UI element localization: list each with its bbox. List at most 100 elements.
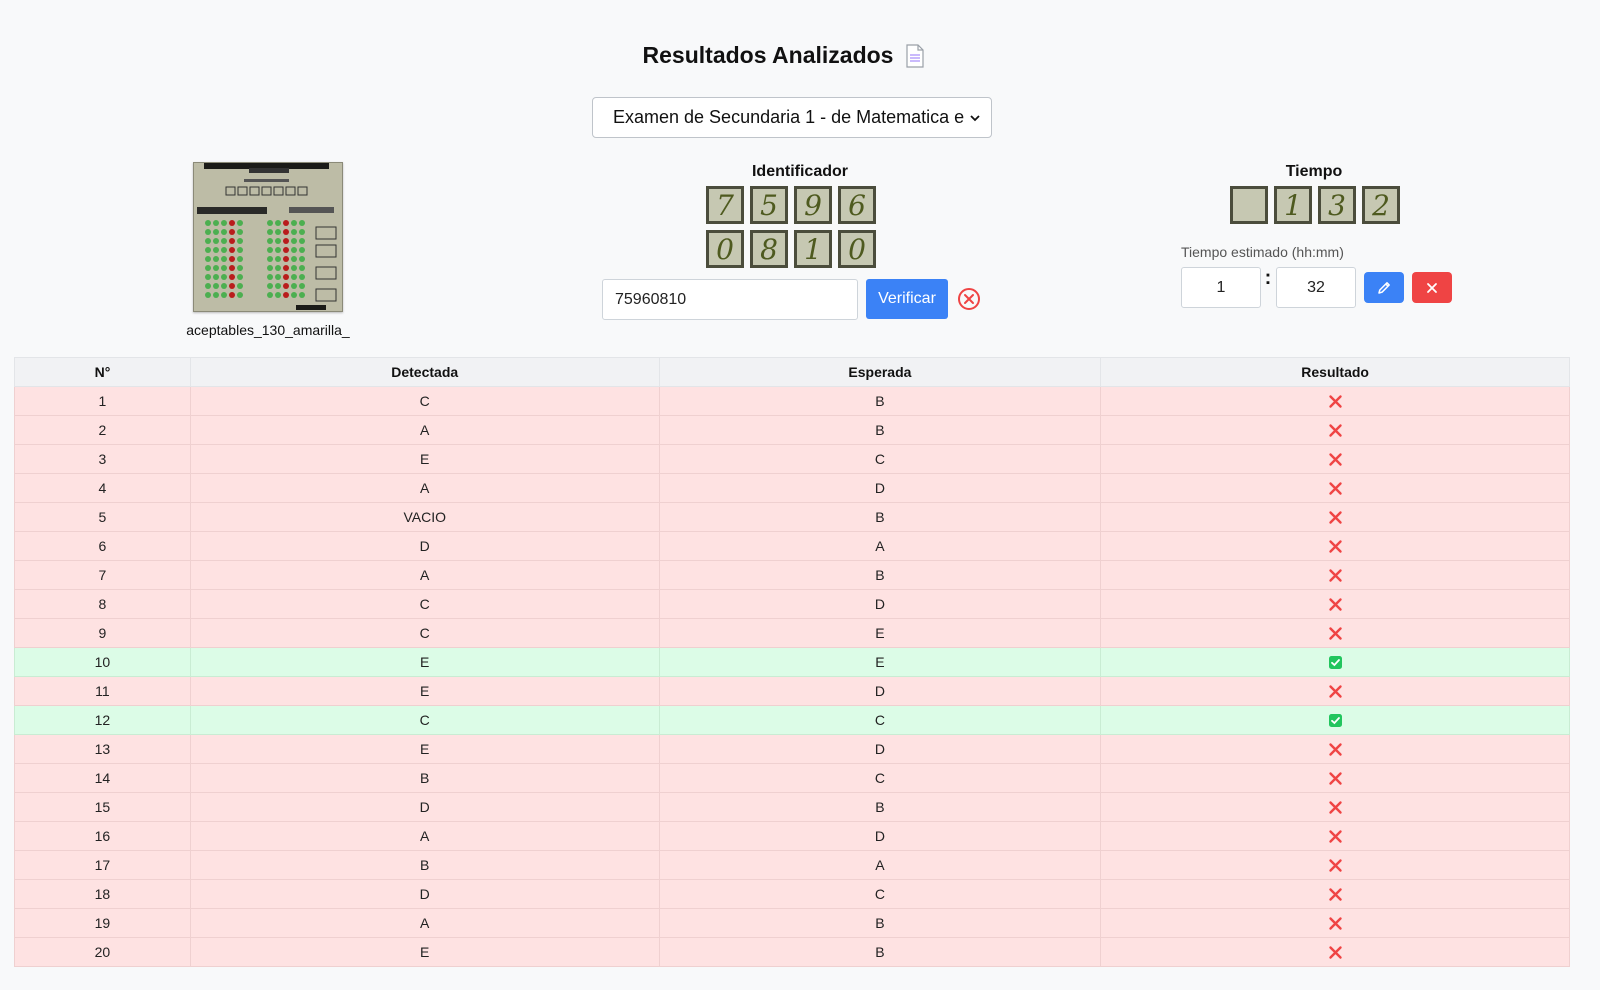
identifier-label: Identificador [751, 163, 848, 180]
row-expected: D [658, 589, 1102, 619]
row-number: 2 [14, 415, 191, 445]
row-detected: A [189, 415, 660, 445]
check-icon [1328, 714, 1342, 728]
cross-icon [1328, 424, 1342, 438]
exam-select[interactable]: Examen de Secundaria 1 - de Matematica e [592, 97, 992, 138]
time-digit [1230, 186, 1268, 224]
row-expected: C [658, 444, 1102, 474]
table-row: 11 E D [14, 676, 1570, 706]
row-detected: D [189, 531, 660, 561]
identifier-digit: 9 [794, 186, 832, 224]
row-result [1100, 386, 1570, 416]
row-expected: A [658, 850, 1102, 880]
row-result [1100, 531, 1570, 561]
cross-icon [1328, 830, 1342, 844]
cross-icon [1328, 685, 1342, 699]
time-digit: 2 [1362, 186, 1400, 224]
hours-input[interactable] [1181, 267, 1261, 308]
cross-icon [1328, 859, 1342, 873]
cross-icon [1328, 743, 1342, 757]
row-number: 7 [14, 560, 191, 590]
cross-icon [1328, 598, 1342, 612]
table-row: 17 B A [14, 850, 1570, 880]
row-detected: D [189, 792, 660, 822]
row-expected: E [658, 618, 1102, 648]
row-result [1100, 502, 1570, 532]
edit-time-button[interactable] [1364, 272, 1404, 303]
row-number: 16 [14, 821, 191, 851]
row-detected: VACIO [189, 502, 660, 532]
identifier-digit: 8 [750, 230, 788, 268]
row-number: 15 [14, 792, 191, 822]
time-separator: : [1264, 267, 1272, 289]
clear-circle-icon[interactable] [957, 287, 981, 311]
row-expected: A [658, 531, 1102, 561]
row-result [1100, 821, 1570, 851]
cross-icon [1328, 540, 1342, 554]
row-result [1100, 415, 1570, 445]
row-number: 4 [14, 473, 191, 503]
row-detected: A [189, 908, 660, 938]
cross-icon [1328, 482, 1342, 496]
row-expected: D [658, 473, 1102, 503]
table-row: 9CE [14, 618, 1570, 648]
row-expected: B [658, 502, 1102, 532]
table-row: 18 D C [14, 879, 1570, 909]
row-expected: E [658, 647, 1102, 677]
row-expected: D [658, 734, 1102, 764]
table-row: 4AD [14, 473, 1570, 503]
row-expected: B [658, 560, 1102, 590]
row-result [1100, 647, 1570, 677]
row-detected: E [189, 676, 660, 706]
identifier-input[interactable] [602, 279, 858, 320]
verify-button[interactable]: Verificar [866, 279, 948, 319]
identifier-digit: 1 [794, 230, 832, 268]
table-row: 6DA [14, 531, 1570, 561]
row-result [1100, 589, 1570, 619]
row-detected: A [189, 821, 660, 851]
col-detected-header: Detectada [189, 357, 660, 387]
chevron-down-icon [970, 114, 980, 121]
answer-sheet-thumbnail[interactable] [193, 162, 343, 312]
row-expected: B [658, 415, 1102, 445]
cross-icon [1328, 917, 1342, 931]
close-icon [1427, 282, 1437, 293]
time-label: Tiempo [1285, 163, 1343, 180]
row-detected: C [189, 618, 660, 648]
cancel-time-button[interactable] [1412, 272, 1452, 303]
row-detected: D [189, 879, 660, 909]
table-row: 5 VACIO B [14, 502, 1570, 532]
row-expected: B [658, 792, 1102, 822]
table-row: 15 D B [14, 792, 1570, 822]
row-number: 11 [14, 676, 191, 706]
table-header-row: N° Detectada Esperada Resultado [14, 357, 1570, 387]
cross-icon [1328, 453, 1342, 467]
answer-sheet-image [194, 163, 342, 311]
row-expected: D [658, 821, 1102, 851]
row-detected: B [189, 850, 660, 880]
row-expected: B [658, 908, 1102, 938]
pencil-icon [1378, 281, 1390, 294]
table-row: 1CB [14, 386, 1570, 416]
table-row: 13 E D [14, 734, 1570, 764]
table-row: 16 A D [14, 821, 1570, 851]
table-row: 10 E E [14, 647, 1570, 677]
cross-icon [1328, 395, 1342, 409]
row-detected: E [189, 734, 660, 764]
row-number: 8 [14, 589, 191, 619]
cross-icon [1328, 569, 1342, 583]
cross-icon [1328, 946, 1342, 960]
row-number: 3 [14, 444, 191, 474]
row-result [1100, 937, 1570, 967]
document-icon[interactable] [905, 43, 925, 68]
page-header: Resultados Analizados [0, 42, 1568, 69]
row-detected: A [189, 560, 660, 590]
table-row: 2AB [14, 415, 1570, 445]
cross-icon [1328, 511, 1342, 525]
row-detected: C [189, 386, 660, 416]
minutes-input[interactable] [1276, 267, 1356, 308]
identifier-digit: 0 [706, 230, 744, 268]
row-expected: B [658, 937, 1102, 967]
row-detected: E [189, 937, 660, 967]
page-title: Resultados Analizados [642, 42, 894, 68]
